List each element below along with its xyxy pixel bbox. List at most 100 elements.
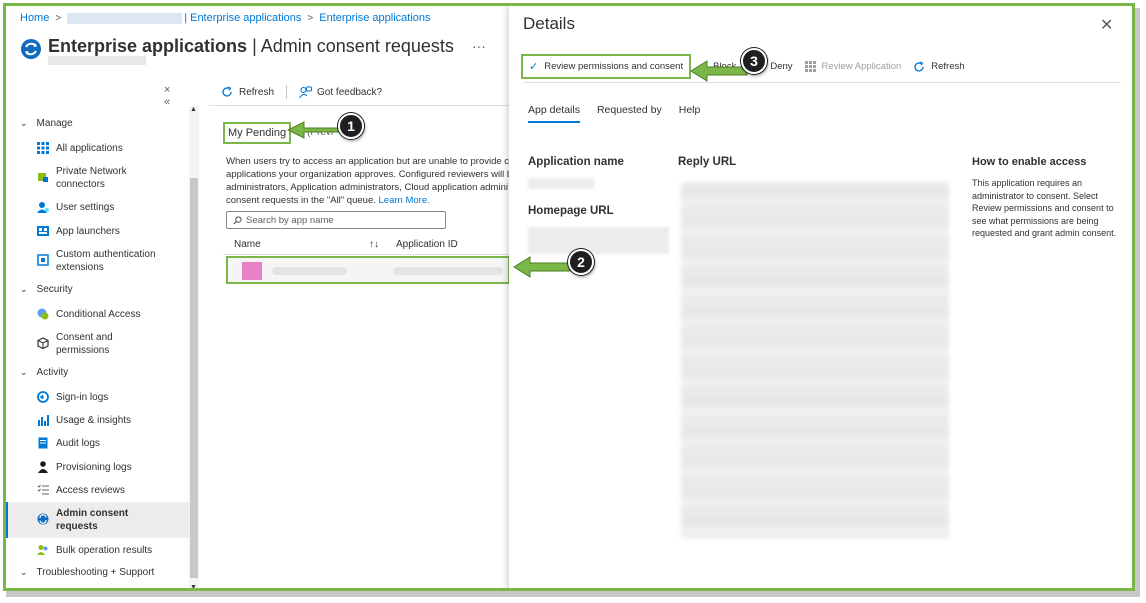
description-text: When users try to access an application … [226, 155, 516, 207]
column-header-name[interactable]: Name [234, 239, 261, 250]
page-title-sub: | Admin consent requests [252, 35, 454, 56]
sidebar-item-conditional-access[interactable]: Conditional Access [37, 308, 141, 321]
deny-button[interactable]: Deny [770, 61, 792, 72]
sidebar-item-label: Sign-in logs [56, 392, 109, 403]
sidebar-item-private-network[interactable]: Private Network connectors [37, 165, 127, 191]
sidebar-item-access-reviews[interactable]: Access reviews [37, 484, 125, 497]
admin-consent-icon [37, 513, 49, 525]
review-application-button[interactable]: Review Application [804, 61, 902, 72]
sidebar-item-consent-permissions[interactable]: Consent and permissions [37, 331, 113, 357]
group-troubleshooting[interactable]: ⌄ Troubleshooting + Support [20, 567, 154, 578]
group-security[interactable]: ⌄ Security [20, 284, 73, 295]
deny-label: Deny [770, 61, 793, 72]
admin-consent-icon [21, 39, 41, 59]
frame-shadow-right [1135, 8, 1140, 597]
feedback-icon [299, 86, 313, 98]
homepage-url-redacted [528, 227, 669, 254]
chevron-down-icon: ⌄ [20, 567, 28, 577]
group-activity[interactable]: ⌄ Activity [20, 367, 68, 378]
tab-requested-by[interactable]: Requested by [597, 104, 662, 123]
application-name-redacted [528, 178, 594, 189]
reply-url-list-redacted [681, 182, 949, 538]
learn-more-link[interactable]: Learn More. [379, 195, 430, 206]
review-application-label: Review Application [821, 61, 902, 72]
person-icon [38, 461, 48, 473]
close-icon[interactable]: ✕ [1100, 15, 1113, 35]
tenant-subtitle-redacted [48, 56, 146, 65]
tab-my-pending[interactable]: My Pending [223, 122, 292, 144]
extension-icon [37, 254, 49, 266]
chevron-right-icon: > [55, 12, 62, 24]
sidebar-item-usage-insights[interactable]: Usage & insights [37, 414, 131, 427]
more-options-button[interactable]: ··· [472, 38, 486, 54]
app-launcher-icon [37, 226, 49, 236]
group-label: Security [36, 284, 73, 295]
group-label: Activity [36, 367, 69, 378]
sidebar-item-custom-auth-extensions[interactable]: Custom authentication extensions [37, 248, 156, 274]
sidebar-item-all-applications[interactable]: All applications [37, 142, 123, 155]
sidebar-item-label: Bulk operation results [56, 545, 153, 556]
sidebar-scrollbar[interactable]: ▲ ▼ [189, 106, 199, 588]
callout-badge-3: 3 [741, 48, 767, 74]
how-to-enable-title: How to enable access [972, 156, 1087, 168]
sidebar-item-bulk-operation-results[interactable]: Bulk operation results [37, 544, 152, 557]
refresh-button[interactable]: Refresh [221, 86, 274, 98]
sidebar-item-label: Usage & insights [56, 415, 132, 426]
scroll-down-icon[interactable]: ▼ [190, 584, 197, 588]
sidebar-item-label: Consent and permissions [56, 332, 113, 356]
user-settings-icon [37, 202, 49, 213]
review-permissions-button[interactable]: ✓ Review permissions and consent [521, 54, 692, 79]
homepage-url-label: Homepage URL [528, 205, 614, 217]
group-label: Troubleshooting + Support [36, 567, 155, 578]
sidebar-item-label: Conditional Access [56, 309, 141, 320]
breadcrumb-home[interactable]: Home [20, 12, 49, 24]
sidebar-item-signin-logs[interactable]: Sign-in logs [37, 391, 108, 404]
tab-app-details[interactable]: App details [528, 104, 580, 123]
chevron-right-icon: > [307, 12, 314, 24]
table-row[interactable] [226, 256, 510, 284]
network-connector-icon [38, 173, 48, 182]
sidebar-item-user-settings[interactable]: User settings [37, 201, 114, 214]
sidebar-controls: × « [164, 84, 201, 108]
sidebar-item-app-launchers[interactable]: App launchers [37, 225, 120, 238]
search-box[interactable] [226, 211, 446, 229]
sidebar-item-provisioning-logs[interactable]: Provisioning logs [37, 461, 132, 474]
screenshot-frame: Home > | Enterprise applications > Enter… [3, 3, 1135, 591]
sidebar-item-label: All applications [56, 143, 123, 154]
sidebar-item-audit-logs[interactable]: Audit logs [37, 437, 100, 450]
page-title: Enterprise applications | Admin consent … [48, 36, 454, 57]
callout-badge-1: 1 [338, 113, 364, 139]
sort-icon[interactable]: ↑↓ [369, 239, 379, 250]
tab-help[interactable]: Help [679, 104, 701, 123]
cube-icon [37, 337, 49, 349]
checkmark-icon: ✓ [529, 61, 539, 73]
command-bar: Refresh Got feedback? [221, 85, 382, 99]
sidebar-item-label: Audit logs [56, 438, 100, 449]
app-id-redacted [393, 267, 503, 275]
callout-arrow-3 [690, 60, 748, 82]
close-search-icon[interactable]: × [164, 84, 170, 96]
column-header-application-id[interactable]: Application ID [396, 239, 458, 250]
scrollbar-thumb[interactable] [190, 178, 198, 578]
details-refresh-label: Refresh [931, 61, 965, 72]
sidebar-item-label: Admin consent requests [56, 508, 129, 532]
frame-shadow-bottom [6, 591, 1138, 597]
table-header-divider [223, 254, 513, 255]
people-icon [37, 545, 48, 555]
sidebar-item-admin-consent-requests[interactable]: Admin consent requests [6, 502, 189, 538]
audit-log-icon [38, 437, 48, 449]
how-to-enable-text: This application requires an administrat… [972, 178, 1117, 238]
grid-icon [37, 142, 49, 154]
sidebar-item-label: App launchers [56, 226, 120, 237]
breadcrumb-tenant-redacted[interactable] [67, 12, 183, 24]
breadcrumb-tenant-apps[interactable]: | Enterprise applications [184, 12, 301, 24]
search-input[interactable] [246, 214, 436, 226]
breadcrumb-current[interactable]: Enterprise applications [319, 12, 430, 24]
scroll-up-icon[interactable]: ▲ [190, 106, 197, 113]
collapse-sidebar-icon[interactable]: « [164, 96, 170, 108]
reply-url-label: Reply URL [678, 156, 737, 168]
details-refresh-button[interactable]: Refresh [913, 60, 965, 73]
group-manage[interactable]: ⌄ Manage [20, 118, 73, 129]
feedback-label: Got feedback? [317, 86, 383, 98]
feedback-button[interactable]: Got feedback? [299, 86, 382, 99]
